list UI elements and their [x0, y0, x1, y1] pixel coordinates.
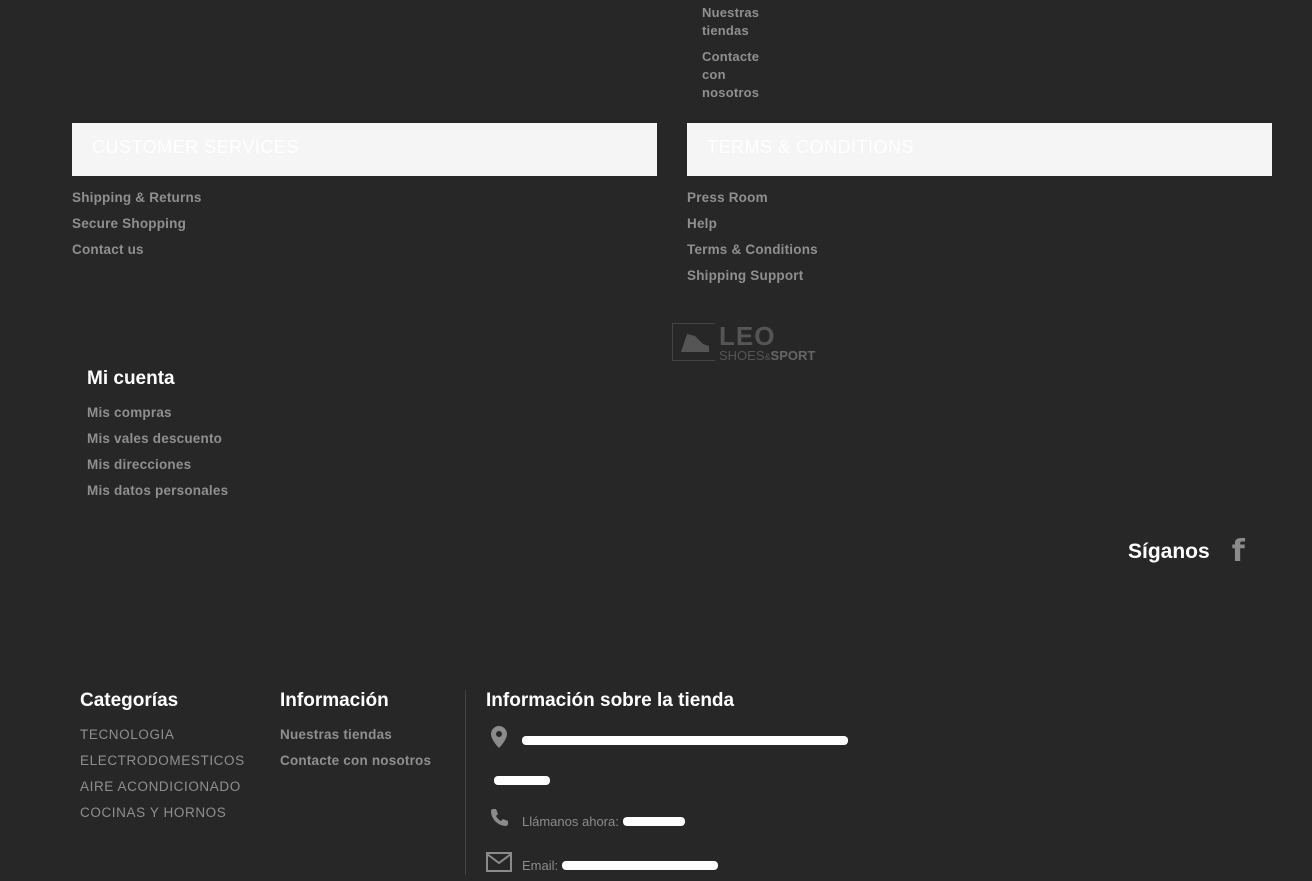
- email-label: Email:: [522, 857, 559, 873]
- account-link-vouchers[interactable]: Mis vales descuento: [87, 426, 228, 452]
- terms-link-help[interactable]: Help: [687, 214, 1272, 234]
- social-follow: Síganos f: [1128, 534, 1245, 569]
- categories-title: Categorías: [80, 690, 179, 711]
- information-block: Información Nuestras tiendas Contacte co…: [280, 690, 431, 774]
- facebook-icon[interactable]: f: [1232, 534, 1245, 569]
- category-link-kitchens[interactable]: COCINAS Y HORNOS: [80, 800, 245, 826]
- phone-icon: [486, 808, 512, 834]
- redacted-email[interactable]: [562, 860, 719, 870]
- category-link-appliances[interactable]: ELECTRODOMESTICOS: [80, 748, 245, 774]
- terms-link-conditions[interactable]: Terms & Conditions: [687, 240, 1272, 260]
- account-link-addresses[interactable]: Mis direcciones: [87, 452, 228, 478]
- store-info-title: Información sobre la tienda: [486, 690, 735, 711]
- info-link-contact[interactable]: Contacte con nosotros: [280, 748, 431, 774]
- categories-block: Categorías TECNOLOGIA ELECTRODOMESTICOS …: [80, 690, 245, 826]
- top-link-contact[interactable]: Contacte con nosotros: [702, 48, 782, 102]
- store-email-row: Email:: [486, 852, 886, 878]
- cs-link-secure[interactable]: Secure Shopping: [72, 214, 657, 234]
- footer-divider: [465, 690, 466, 875]
- account-title: Mi cuenta: [87, 368, 175, 389]
- category-link-tech[interactable]: TECNOLOGIA: [80, 722, 245, 748]
- terms-title: Terms & Conditions: [687, 123, 1272, 176]
- call-label: Llámanos ahora:: [522, 813, 619, 829]
- store-address-row: [486, 726, 886, 754]
- account-link-orders[interactable]: Mis compras: [87, 400, 228, 426]
- redacted-address: [522, 735, 848, 745]
- account-link-personal[interactable]: Mis datos personales: [87, 478, 228, 504]
- cs-link-contact[interactable]: Contact us: [72, 240, 657, 260]
- top-link-stores[interactable]: Nuestras tiendas: [702, 4, 782, 40]
- cs-link-shipping[interactable]: Shipping & Returns: [72, 188, 657, 208]
- top-links: Nuestras tiendas Contacte con nosotros: [702, 4, 782, 110]
- follow-title: Síganos: [1128, 539, 1210, 563]
- terms-block: Terms & Conditions Press Room Help Terms…: [687, 123, 1272, 292]
- footer-logo[interactable]: LEO SHOES&SPORT: [672, 322, 834, 362]
- envelope-icon: [486, 852, 512, 878]
- terms-link-shipping[interactable]: Shipping Support: [687, 266, 1272, 286]
- redacted-address-line2: [494, 772, 886, 790]
- category-link-ac[interactable]: AIRE ACONDICIONADO: [80, 774, 245, 800]
- store-info-block: Información sobre la tienda Llámanos aho…: [486, 690, 886, 878]
- account-block: Mi cuenta Mis compras Mis vales descuent…: [87, 368, 228, 504]
- logo-sub-text: SHOES&SPORT: [719, 347, 816, 363]
- redacted-phone: [622, 816, 685, 826]
- terms-link-press[interactable]: Press Room: [687, 188, 1272, 208]
- customer-services-block: Customer Services Shipping & Returns Sec…: [72, 123, 657, 266]
- shoe-icon: [672, 323, 715, 361]
- info-link-stores[interactable]: Nuestras tiendas: [280, 722, 431, 748]
- map-marker-icon: [486, 726, 512, 754]
- logo-main-text: LEO: [719, 320, 776, 351]
- store-phone-row: Llámanos ahora:: [486, 808, 886, 834]
- information-title: Información: [280, 690, 389, 711]
- customer-services-title: Customer Services: [72, 123, 657, 176]
